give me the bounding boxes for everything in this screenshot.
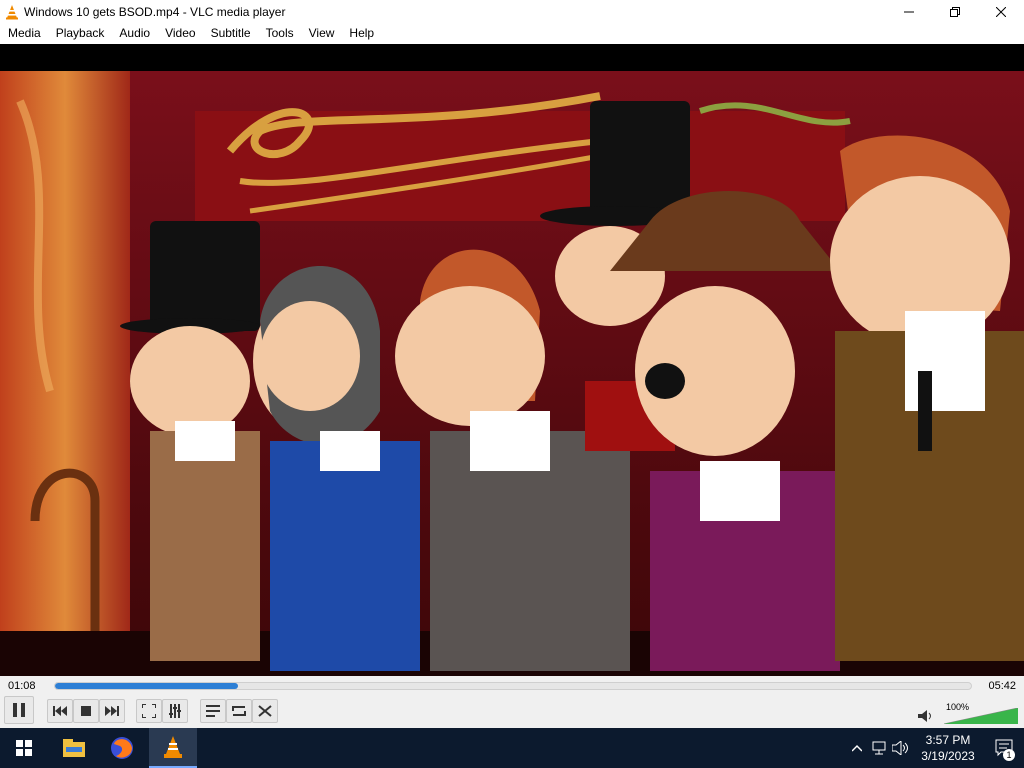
menu-tools[interactable]: Tools [258, 23, 301, 44]
taskbar-file-explorer[interactable] [50, 728, 98, 768]
vlc-cone-icon [164, 736, 182, 758]
firefox-icon [111, 737, 133, 759]
clock-date: 3/19/2023 [921, 749, 975, 763]
windows-logo-icon [16, 740, 32, 756]
show-hidden-icons-button[interactable] [846, 728, 868, 768]
fullscreen-button[interactable] [136, 699, 162, 723]
speaker-icon [892, 741, 908, 755]
extended-settings-button[interactable] [162, 699, 188, 723]
menu-subtitle[interactable]: Subtitle [203, 23, 258, 44]
seek-row: 01:08 05:42 [0, 676, 1024, 696]
taskbar-clock[interactable]: 3:57 PM 3/19/2023 [912, 732, 984, 764]
menu-audio[interactable]: Audio [111, 23, 157, 44]
network-icon [872, 741, 886, 755]
action-center-button[interactable]: 1 [984, 728, 1024, 768]
taskbar-vlc[interactable] [149, 728, 197, 768]
notification-badge: 1 [1003, 749, 1015, 761]
speaker-icon[interactable] [918, 710, 934, 722]
taskbar: 3:57 PM 3/19/2023 1 [0, 728, 1024, 768]
minimize-button[interactable] [886, 0, 932, 23]
start-button[interactable] [0, 728, 48, 768]
vlc-window: Windows 10 gets BSOD.mp4 - VLC media pla… [0, 0, 1024, 728]
menu-view[interactable]: View [301, 23, 342, 44]
stop-icon [81, 706, 91, 716]
play-pause-button[interactable] [4, 696, 34, 724]
network-button[interactable] [868, 728, 890, 768]
controls-bar: 100% [0, 696, 1024, 728]
taskbar-firefox[interactable] [98, 728, 146, 768]
menu-playback[interactable]: Playback [48, 23, 112, 44]
system-tray: 3:57 PM 3/19/2023 1 [846, 728, 1024, 768]
minimize-icon [904, 11, 914, 12]
next-button[interactable] [99, 699, 125, 723]
close-button[interactable] [978, 0, 1024, 23]
extended-settings-icon [169, 704, 181, 718]
seek-progress [55, 683, 239, 689]
restore-icon [950, 6, 960, 17]
previous-button[interactable] [47, 699, 73, 723]
pause-icon [13, 703, 25, 717]
folder-icon [63, 739, 85, 757]
playlist-icon [206, 705, 220, 717]
next-icon [105, 706, 119, 716]
fullscreen-icon [142, 704, 156, 718]
title-bar[interactable]: Windows 10 gets BSOD.mp4 - VLC media pla… [0, 0, 1024, 23]
volume-tray-button[interactable] [890, 728, 912, 768]
previous-icon [53, 706, 67, 716]
chevron-up-icon [852, 744, 862, 752]
loop-icon [232, 706, 246, 716]
video-frame-image [0, 71, 1024, 676]
stop-button[interactable] [73, 699, 99, 723]
loop-button[interactable] [226, 699, 252, 723]
volume-control[interactable]: 100% [918, 700, 1018, 726]
video-display[interactable] [0, 44, 1024, 676]
shuffle-button[interactable] [252, 699, 278, 723]
window-title: Windows 10 gets BSOD.mp4 - VLC media pla… [24, 4, 286, 19]
menu-bar: Media Playback Audio Video Subtitle Tool… [0, 23, 1024, 44]
vlc-cone-icon [6, 4, 18, 19]
seek-slider[interactable] [54, 682, 972, 690]
volume-slider[interactable] [944, 708, 1018, 724]
menu-help[interactable]: Help [341, 23, 381, 44]
restore-button[interactable] [932, 0, 978, 23]
total-time[interactable]: 05:42 [988, 680, 1016, 692]
clock-time: 3:57 PM [925, 733, 971, 747]
menu-media[interactable]: Media [0, 23, 48, 44]
close-icon [996, 6, 1006, 17]
elapsed-time: 01:08 [8, 680, 36, 692]
shuffle-icon [258, 705, 272, 717]
playlist-button[interactable] [200, 699, 226, 723]
menu-video[interactable]: Video [157, 23, 202, 44]
